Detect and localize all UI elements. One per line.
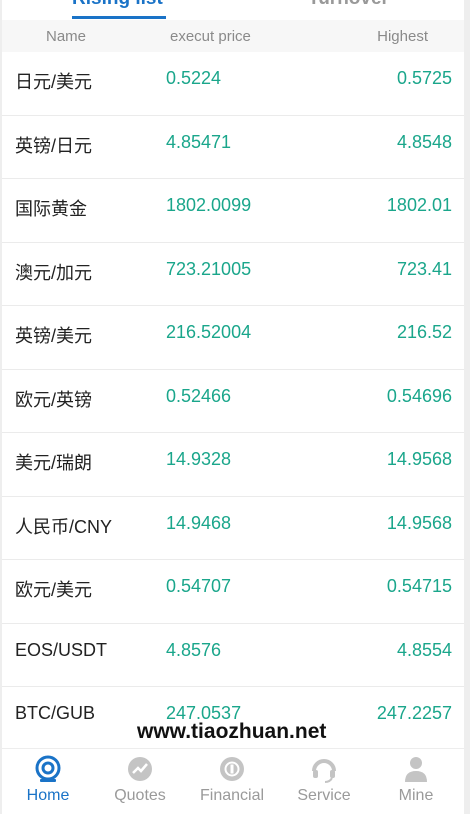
watermark-text: www.tiaozhuan.net (137, 720, 327, 743)
execut-price: 4.85471 (166, 131, 232, 152)
highest-price: 4.8548 (396, 131, 452, 152)
table-row[interactable]: 澳元/加元 723.21005 723.41 (2, 243, 464, 306)
nav-quotes[interactable]: Quotes (94, 749, 186, 814)
instrument-name: 日元/美元 (15, 72, 93, 92)
execut-price: 14.9328 (166, 449, 232, 469)
nav-financial[interactable]: Financial (186, 749, 278, 814)
execut-price: 216.52004 (166, 322, 252, 342)
execut-price: 723.21005 (166, 258, 252, 279)
table-row[interactable]: 国际黄金 1802.0099 1802.01 (2, 179, 464, 243)
highest-price: 247.2257 (376, 703, 452, 723)
table-row[interactable]: 欧元/英镑 0.52466 0.54696 (2, 370, 464, 433)
execut-price: 1802.0099 (166, 195, 252, 215)
instrument-name: 美元/瑞朗 (15, 453, 93, 473)
highest-price: 14.9568 (386, 512, 452, 533)
financial-icon (220, 757, 244, 781)
quotes-icon (128, 757, 152, 781)
highest-price: 0.54715 (386, 576, 452, 596)
instrument-name: EOS/USDT (15, 639, 108, 660)
execut-price: 4.8576 (166, 639, 222, 660)
tab-turnover[interactable]: Turnover (308, 0, 389, 20)
nav-label-home: Home (26, 787, 70, 804)
table-row[interactable]: 美元/瑞朗 14.9328 14.9568 (2, 433, 464, 497)
instrument-name: 英镑/日元 (15, 135, 93, 156)
active-tab-indicator (72, 16, 166, 19)
nav-label-mine: Mine (398, 787, 434, 804)
execut-price: 0.52466 (166, 385, 232, 406)
nav-home[interactable]: Home (2, 749, 94, 814)
instrument-name: 英镑/美元 (15, 326, 93, 346)
nav-label-service: Service (297, 787, 351, 804)
highest-price: 0.5725 (396, 68, 452, 88)
home-icon (35, 755, 61, 782)
bottom-navigation: Home Quotes Financial Service Mine (2, 748, 464, 814)
instrument-name: 澳元/加元 (15, 262, 93, 283)
nav-mine[interactable]: Mine (370, 749, 462, 814)
highest-price: 216.52 (396, 322, 452, 342)
nav-label-quotes: Quotes (114, 787, 166, 804)
execut-price: 0.5224 (166, 68, 222, 88)
highest-price: 14.9568 (386, 449, 452, 469)
instrument-name: BTC/GUB (15, 703, 96, 723)
highest-price: 723.41 (396, 258, 452, 279)
list-tabs: Rising list Turnover (2, 0, 464, 20)
table-row[interactable]: 人民币/CNY 14.9468 14.9568 (2, 497, 464, 560)
instrument-name: 欧元/英镑 (15, 389, 93, 410)
highest-price: 0.54696 (386, 385, 452, 406)
table-row[interactable]: 日元/美元 0.5224 0.5725 (2, 52, 464, 116)
table-row[interactable]: 英镑/日元 4.85471 4.8548 (2, 116, 464, 179)
instrument-name: 人民币/CNY (15, 516, 113, 537)
instrument-name: 国际黄金 (15, 199, 87, 219)
table-row[interactable]: 英镑/美元 216.52004 216.52 (2, 306, 464, 370)
app-screen: Rising list Turnover Name execut price H… (2, 0, 464, 814)
highest-price: 4.8554 (396, 639, 452, 660)
quote-list: 日元/美元 0.5224 0.5725 英镑/日元 4.85471 4.8548… (2, 52, 464, 751)
column-header-price: execut price (170, 28, 251, 45)
nav-label-financial: Financial (199, 787, 265, 804)
column-header-highest: Highest (377, 28, 428, 45)
execut-price: 14.9468 (166, 512, 232, 533)
instrument-name: 欧元/美元 (15, 580, 93, 600)
column-header-name: Name (46, 28, 87, 45)
nav-service[interactable]: Service (278, 749, 370, 814)
table-row[interactable]: EOS/USDT 4.8576 4.8554 (2, 624, 464, 687)
mine-icon (405, 757, 427, 782)
highest-price: 1802.01 (386, 195, 452, 215)
table-row[interactable]: 欧元/美元 0.54707 0.54715 (2, 560, 464, 624)
service-icon (312, 759, 336, 783)
execut-price: 0.54707 (166, 576, 232, 596)
table-header: Name execut price Highest (2, 20, 464, 52)
